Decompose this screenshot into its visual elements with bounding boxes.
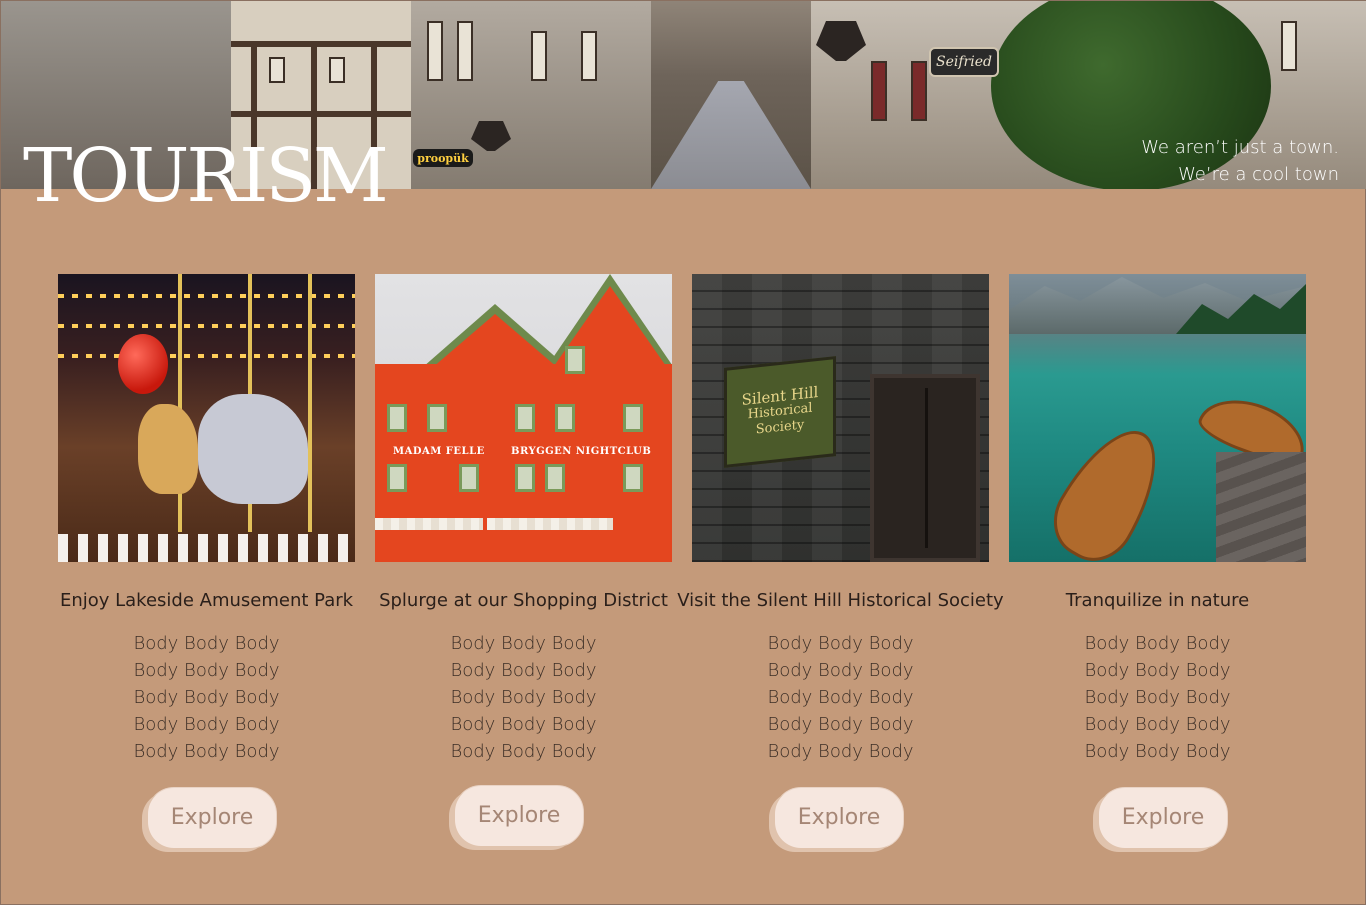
shop-sign-small: proopük <box>413 149 473 167</box>
shop-label: MADAM FELLE <box>393 446 485 457</box>
plaque: Silent Hill Historical Society <box>724 356 836 468</box>
shop-sign: Seifried <box>929 47 999 77</box>
carousel-photo <box>58 274 355 562</box>
dock <box>1216 452 1306 562</box>
rowboat <box>1039 413 1179 562</box>
body-line: Body Body Body <box>767 660 914 681</box>
card-historical-society: Silent Hill Historical Society Visit the… <box>677 274 1004 848</box>
card-shopping-district: MADAM FELLE BRYGGEN NIGHTCLUB Splurge at… <box>375 274 672 846</box>
card-nature: Tranquilize in nature Body Body Body Bod… <box>1009 274 1306 848</box>
explore-button[interactable]: Explore <box>148 788 276 848</box>
body-line: Body Body Body <box>133 714 280 735</box>
card-body: Body Body Body Body Body Body Body Body … <box>375 630 672 765</box>
card-body: Body Body Body Body Body Body Body Body … <box>1009 630 1306 765</box>
tagline: We aren’t just a town. We’re a cool town <box>1141 134 1339 188</box>
body-line: Body Body Body <box>133 741 280 762</box>
body-line: Body Body Body <box>450 741 597 762</box>
body-line: Body Body Body <box>1084 660 1231 681</box>
body-line: Body Body Body <box>1084 741 1231 762</box>
shopping-photo: MADAM FELLE BRYGGEN NIGHTCLUB <box>375 274 672 562</box>
body-line: Body Body Body <box>450 633 597 654</box>
body-line: Body Body Body <box>1084 687 1231 708</box>
body-line: Body Body Body <box>133 660 280 681</box>
body-line: Body Body Body <box>450 687 597 708</box>
card-title: Tranquilize in nature <box>1065 590 1250 611</box>
tagline-line-2: We’re a cool town <box>1178 164 1339 185</box>
door <box>870 374 980 562</box>
body-line: Body Body Body <box>133 633 280 654</box>
card-title: Enjoy Lakeside Amusement Park <box>59 590 354 611</box>
card-title: Splurge at our Shopping District <box>379 590 668 611</box>
historical-society-photo: Silent Hill Historical Society <box>692 274 989 562</box>
explore-button[interactable]: Explore <box>1099 788 1227 848</box>
explore-button[interactable]: Explore <box>775 788 903 848</box>
lake-photo <box>1009 274 1306 562</box>
body-line: Body Body Body <box>450 660 597 681</box>
body-line: Body Body Body <box>450 714 597 735</box>
body-line: Body Body Body <box>133 687 280 708</box>
shop-label: BRYGGEN NIGHTCLUB <box>511 446 652 457</box>
logo[interactable]: TOURISM <box>23 139 389 213</box>
tagline-line-1: We aren’t just a town. <box>1141 137 1339 158</box>
body-line: Body Body Body <box>767 687 914 708</box>
explore-button[interactable]: Explore <box>455 786 583 846</box>
body-line: Body Body Body <box>1084 714 1231 735</box>
street <box>651 81 811 189</box>
card-title: Visit the Silent Hill Historical Society <box>677 590 1004 611</box>
body-line: Body Body Body <box>1084 633 1231 654</box>
card-amusement-park: Enjoy Lakeside Amusement Park Body Body … <box>58 274 355 848</box>
body-line: Body Body Body <box>767 633 914 654</box>
card-body: Body Body Body Body Body Body Body Body … <box>692 630 989 765</box>
body-line: Body Body Body <box>767 714 914 735</box>
card-body: Body Body Body Body Body Body Body Body … <box>58 630 355 765</box>
body-line: Body Body Body <box>767 741 914 762</box>
